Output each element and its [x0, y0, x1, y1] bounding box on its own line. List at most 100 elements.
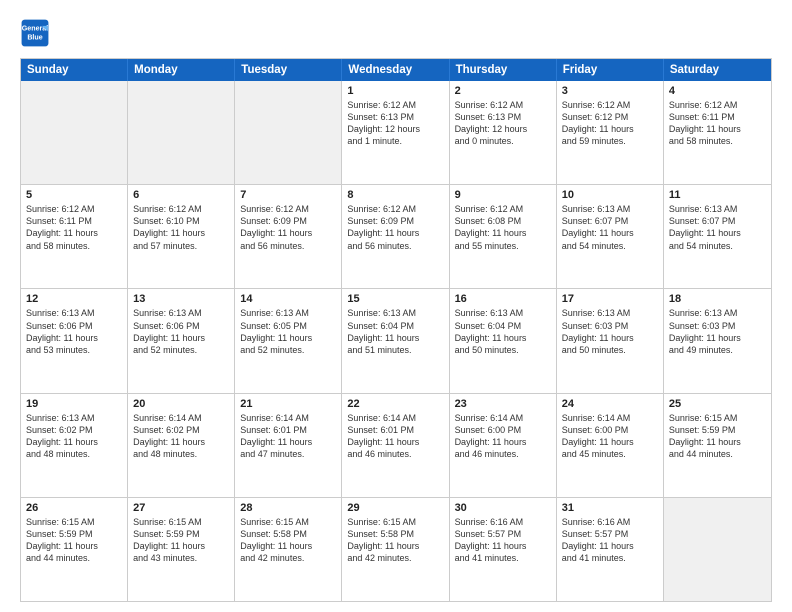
day-cell-11: 11 Sunrise: 6:13 AM Sunset: 6:07 PM Dayli… — [664, 185, 771, 288]
day-cell-28: 28 Sunrise: 6:15 AM Sunset: 5:58 PM Dayli… — [235, 498, 342, 601]
day-cell-13: 13 Sunrise: 6:13 AM Sunset: 6:06 PM Dayli… — [128, 289, 235, 392]
day-info: Sunrise: 6:13 AM Sunset: 6:04 PM Dayligh… — [455, 307, 551, 356]
day-cell-18: 18Sunrise: 6:13 AM Sunset: 6:03 PM Dayli… — [664, 289, 771, 392]
day-info: Sunrise: 6:12 AM Sunset: 6:13 PM Dayligh… — [347, 99, 443, 148]
day-cell-31: 31 Sunrise: 6:16 AM Sunset: 5:57 PM Dayli… — [557, 498, 664, 601]
day-number: 27 — [133, 502, 229, 514]
day-info: Sunrise: 6:15 AM Sunset: 5:59 PM Dayligh… — [669, 412, 766, 461]
calendar-header: SundayMondayTuesdayWednesdayThursdayFrid… — [21, 59, 771, 81]
day-number: 31 — [562, 502, 658, 514]
calendar: SundayMondayTuesdayWednesdayThursdayFrid… — [20, 58, 772, 602]
calendar-row-2: 12 Sunrise: 6:13 AM Sunset: 6:06 PM Dayli… — [21, 288, 771, 392]
header-day-monday: Monday — [128, 59, 235, 81]
day-cell-6: 6 Sunrise: 6:12 AM Sunset: 6:10 PM Daylig… — [128, 185, 235, 288]
day-number: 14 — [240, 293, 336, 305]
day-cell-19: 19 Sunrise: 6:13 AM Sunset: 6:02 PM Dayli… — [21, 394, 128, 497]
day-cell-22: 22 Sunrise: 6:14 AM Sunset: 6:01 PM Dayli… — [342, 394, 449, 497]
day-cell-4: 4 Sunrise: 6:12 AM Sunset: 6:11 PM Daylig… — [664, 81, 771, 184]
empty-cell-0-1 — [128, 81, 235, 184]
day-info: Sunrise: 6:12 AM Sunset: 6:09 PM Dayligh… — [240, 203, 336, 252]
calendar-page: General Blue SundayMondayTuesdayWednesda… — [0, 0, 792, 612]
day-number: 23 — [455, 398, 551, 410]
header-day-tuesday: Tuesday — [235, 59, 342, 81]
header-day-thursday: Thursday — [450, 59, 557, 81]
day-number: 16 — [455, 293, 551, 305]
day-number: 17 — [562, 293, 658, 305]
day-number: 6 — [133, 189, 229, 201]
day-number: 1 — [347, 85, 443, 97]
day-cell-30: 30Sunrise: 6:16 AM Sunset: 5:57 PM Dayli… — [450, 498, 557, 601]
day-cell-2: 2 Sunrise: 6:12 AM Sunset: 6:13 PM Daylig… — [450, 81, 557, 184]
day-info: Sunrise: 6:14 AM Sunset: 6:01 PM Dayligh… — [240, 412, 336, 461]
day-info: Sunrise: 6:14 AM Sunset: 6:02 PM Dayligh… — [133, 412, 229, 461]
day-cell-16: 16 Sunrise: 6:13 AM Sunset: 6:04 PM Dayli… — [450, 289, 557, 392]
day-info: Sunrise: 6:15 AM Sunset: 5:59 PM Dayligh… — [26, 516, 122, 565]
day-cell-8: 8 Sunrise: 6:12 AM Sunset: 6:09 PM Daylig… — [342, 185, 449, 288]
day-number: 20 — [133, 398, 229, 410]
svg-text:General: General — [22, 25, 48, 33]
day-cell-14: 14 Sunrise: 6:13 AM Sunset: 6:05 PM Dayli… — [235, 289, 342, 392]
day-info: Sunrise: 6:12 AM Sunset: 6:09 PM Dayligh… — [347, 203, 443, 252]
day-info: Sunrise: 6:13 AM Sunset: 6:06 PM Dayligh… — [133, 307, 229, 356]
day-number: 30 — [455, 502, 551, 514]
empty-cell-4-6 — [664, 498, 771, 601]
day-cell-1: 1 Sunrise: 6:12 AM Sunset: 6:13 PM Daylig… — [342, 81, 449, 184]
calendar-row-4: 26 Sunrise: 6:15 AM Sunset: 5:59 PM Dayli… — [21, 497, 771, 601]
day-number: 25 — [669, 398, 766, 410]
day-info: Sunrise: 6:13 AM Sunset: 6:04 PM Dayligh… — [347, 307, 443, 356]
day-number: 13 — [133, 293, 229, 305]
day-info: Sunrise: 6:12 AM Sunset: 6:10 PM Dayligh… — [133, 203, 229, 252]
day-number: 28 — [240, 502, 336, 514]
day-cell-17: 17Sunrise: 6:13 AM Sunset: 6:03 PM Dayli… — [557, 289, 664, 392]
day-info: Sunrise: 6:12 AM Sunset: 6:12 PM Dayligh… — [562, 99, 658, 148]
day-number: 21 — [240, 398, 336, 410]
empty-cell-0-0 — [21, 81, 128, 184]
day-cell-25: 25 Sunrise: 6:15 AM Sunset: 5:59 PM Dayli… — [664, 394, 771, 497]
day-info: Sunrise: 6:12 AM Sunset: 6:11 PM Dayligh… — [26, 203, 122, 252]
day-info: Sunrise: 6:13 AM Sunset: 6:03 PM Dayligh… — [669, 307, 766, 356]
day-number: 12 — [26, 293, 122, 305]
day-number: 9 — [455, 189, 551, 201]
day-cell-24: 24Sunrise: 6:14 AM Sunset: 6:00 PM Dayli… — [557, 394, 664, 497]
day-cell-12: 12 Sunrise: 6:13 AM Sunset: 6:06 PM Dayli… — [21, 289, 128, 392]
day-info: Sunrise: 6:15 AM Sunset: 5:58 PM Dayligh… — [347, 516, 443, 565]
logo-icon: General Blue — [20, 18, 50, 48]
day-info: Sunrise: 6:13 AM Sunset: 6:02 PM Dayligh… — [26, 412, 122, 461]
day-number: 5 — [26, 189, 122, 201]
day-number: 26 — [26, 502, 122, 514]
day-cell-20: 20 Sunrise: 6:14 AM Sunset: 6:02 PM Dayli… — [128, 394, 235, 497]
day-info: Sunrise: 6:13 AM Sunset: 6:05 PM Dayligh… — [240, 307, 336, 356]
day-cell-27: 27Sunrise: 6:15 AM Sunset: 5:59 PM Dayli… — [128, 498, 235, 601]
day-cell-9: 9Sunrise: 6:12 AM Sunset: 6:08 PM Daylig… — [450, 185, 557, 288]
day-number: 4 — [669, 85, 766, 97]
day-info: Sunrise: 6:12 AM Sunset: 6:11 PM Dayligh… — [669, 99, 766, 148]
day-number: 8 — [347, 189, 443, 201]
day-cell-29: 29Sunrise: 6:15 AM Sunset: 5:58 PM Dayli… — [342, 498, 449, 601]
day-number: 10 — [562, 189, 658, 201]
day-cell-3: 3 Sunrise: 6:12 AM Sunset: 6:12 PM Daylig… — [557, 81, 664, 184]
day-cell-26: 26 Sunrise: 6:15 AM Sunset: 5:59 PM Dayli… — [21, 498, 128, 601]
day-info: Sunrise: 6:13 AM Sunset: 6:07 PM Dayligh… — [669, 203, 766, 252]
day-cell-21: 21 Sunrise: 6:14 AM Sunset: 6:01 PM Dayli… — [235, 394, 342, 497]
day-cell-7: 7 Sunrise: 6:12 AM Sunset: 6:09 PM Daylig… — [235, 185, 342, 288]
header-day-saturday: Saturday — [664, 59, 771, 81]
day-number: 22 — [347, 398, 443, 410]
day-info: Sunrise: 6:13 AM Sunset: 6:06 PM Dayligh… — [26, 307, 122, 356]
svg-text:Blue: Blue — [27, 33, 42, 41]
day-info: Sunrise: 6:16 AM Sunset: 5:57 PM Dayligh… — [562, 516, 658, 565]
day-number: 2 — [455, 85, 551, 97]
day-cell-5: 5 Sunrise: 6:12 AM Sunset: 6:11 PM Daylig… — [21, 185, 128, 288]
day-info: Sunrise: 6:15 AM Sunset: 5:58 PM Dayligh… — [240, 516, 336, 565]
header-day-sunday: Sunday — [21, 59, 128, 81]
day-number: 11 — [669, 189, 766, 201]
day-cell-23: 23 Sunrise: 6:14 AM Sunset: 6:00 PM Dayli… — [450, 394, 557, 497]
day-info: Sunrise: 6:12 AM Sunset: 6:13 PM Dayligh… — [455, 99, 551, 148]
day-info: Sunrise: 6:14 AM Sunset: 6:00 PM Dayligh… — [455, 412, 551, 461]
day-number: 3 — [562, 85, 658, 97]
day-info: Sunrise: 6:14 AM Sunset: 6:01 PM Dayligh… — [347, 412, 443, 461]
header-day-wednesday: Wednesday — [342, 59, 449, 81]
day-number: 7 — [240, 189, 336, 201]
logo: General Blue — [20, 18, 54, 48]
day-info: Sunrise: 6:14 AM Sunset: 6:00 PM Dayligh… — [562, 412, 658, 461]
day-number: 19 — [26, 398, 122, 410]
